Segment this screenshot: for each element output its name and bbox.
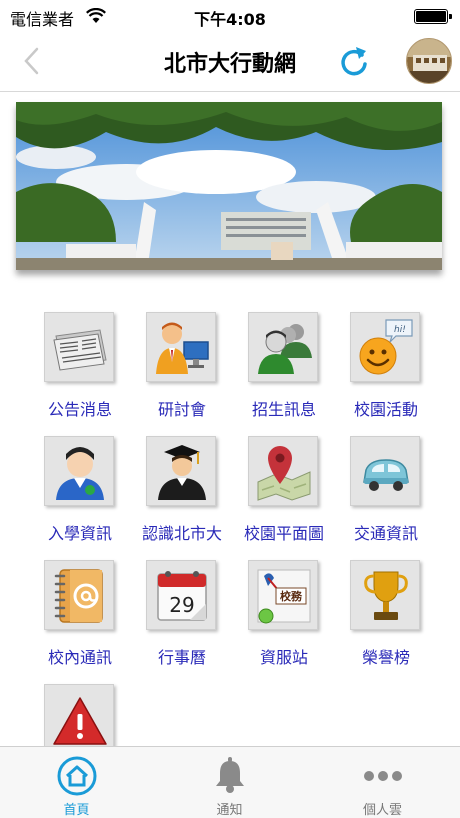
address-book-icon (54, 569, 103, 623)
refresh-icon[interactable] (338, 44, 370, 78)
tab-label: 首頁 (63, 803, 90, 818)
menu-tile-honor-roll[interactable]: 榮譽榜 (330, 556, 442, 667)
page-title: 北市大行動網 (163, 52, 296, 77)
trophy-icon (364, 571, 408, 620)
tab-personal-cloud[interactable]: 個人雲 (306, 747, 459, 818)
menu-tile-campus-events[interactable]: hi! 校園活動 (330, 308, 442, 419)
warning-icon (53, 697, 107, 745)
service-badge-text: 校務 (280, 589, 303, 603)
menu-tile-label: 交通資訊 (353, 524, 418, 543)
avatar[interactable] (406, 38, 452, 84)
tab-notifications[interactable]: 通知 (153, 747, 306, 818)
status-bar: 電信業者 下午4:08 (0, 0, 460, 34)
tab-label: 個人雲 (362, 803, 402, 818)
map-pin-icon (257, 446, 311, 501)
bottom-tab-bar: 首頁 通知 個人雲 (0, 746, 460, 818)
menu-tile-label: 榮譽榜 (361, 648, 410, 667)
bell-icon (216, 757, 244, 793)
calendar-icon: 29 (157, 571, 207, 621)
presenter-icon (156, 322, 209, 374)
people-group-icon (258, 324, 312, 374)
menu-tile-transportation[interactable]: 交通資訊 (330, 432, 442, 543)
more-dots-icon (364, 771, 402, 781)
home-icon (57, 756, 97, 796)
campus-banner-image (16, 102, 442, 270)
graduate-icon (158, 445, 206, 500)
battery-icon (414, 9, 452, 24)
tab-label: 通知 (216, 803, 243, 818)
navigation-bar: 北市大行動網 (0, 34, 460, 92)
tab-home[interactable]: 首頁 (0, 747, 153, 818)
car-icon (363, 459, 409, 491)
newspaper-icon (53, 329, 107, 371)
svg-text:hi!: hi! (394, 325, 406, 335)
menu-tile-label: 校園活動 (353, 400, 418, 419)
calendar-day-text: 29 (169, 593, 194, 617)
student-icon (56, 447, 104, 500)
service-station-icon: 校務 (257, 569, 311, 624)
status-time: 下午4:08 (194, 10, 266, 29)
smiley-chat-icon: hi! (359, 319, 413, 375)
